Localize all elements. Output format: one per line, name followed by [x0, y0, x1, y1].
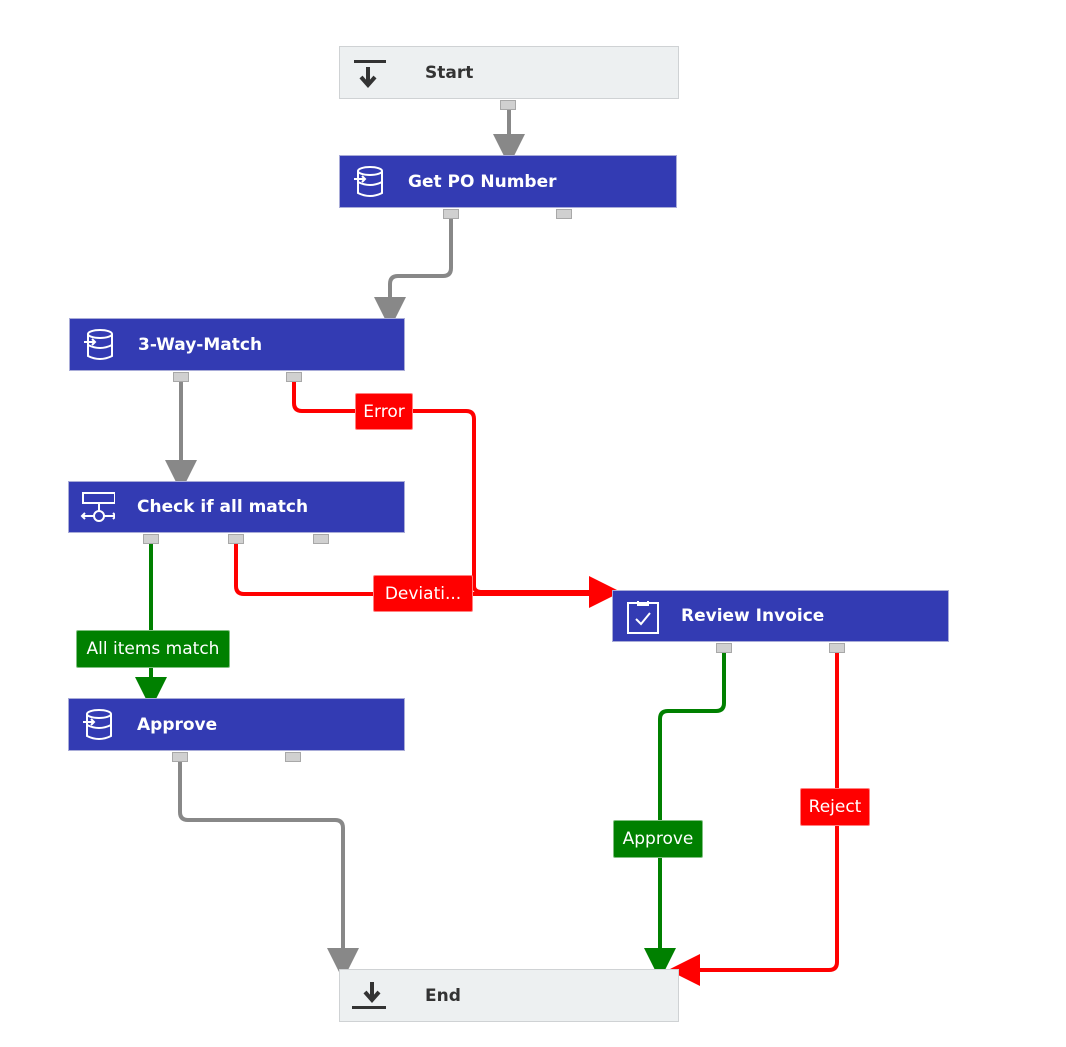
database-icon	[354, 166, 383, 197]
node-label: Review Invoice	[681, 606, 825, 626]
node-label: 3-Way-Match	[138, 334, 263, 355]
port[interactable]	[313, 534, 329, 544]
decision-icon	[80, 492, 115, 522]
database-icon	[84, 329, 113, 360]
node-check-if-all-match[interactable]: Check if all match	[68, 481, 405, 533]
node-3-way-match[interactable]: 3-Way-Match	[69, 318, 405, 371]
start-arrow-icon	[354, 60, 386, 89]
end-arrow-icon	[352, 982, 386, 1009]
node-end[interactable]: End	[339, 969, 679, 1022]
edge-approve-end	[178, 762, 359, 980]
node-get-po-number[interactable]: Get PO Number	[339, 155, 677, 208]
port[interactable]	[443, 209, 459, 219]
node-review-invoice[interactable]: Review Invoice	[612, 590, 949, 642]
node-approve[interactable]: Approve	[68, 698, 405, 751]
port[interactable]	[173, 372, 189, 382]
node-label: Approve	[137, 714, 218, 735]
edge-label-error[interactable]: Error	[355, 393, 413, 430]
node-label: Get PO Number	[408, 171, 557, 192]
port[interactable]	[286, 372, 302, 382]
edge-review-approve	[644, 653, 726, 980]
port[interactable]	[556, 209, 572, 219]
node-label: End	[425, 985, 461, 1006]
task-check-icon	[627, 601, 659, 634]
port[interactable]	[829, 643, 845, 653]
node-start[interactable]: Start	[339, 46, 679, 99]
port[interactable]	[228, 534, 244, 544]
port[interactable]	[716, 643, 732, 653]
port[interactable]	[172, 752, 188, 762]
edge-label-approve[interactable]: Approve	[613, 820, 703, 858]
node-label: Check if all match	[137, 497, 309, 517]
port[interactable]	[285, 752, 301, 762]
database-icon	[83, 709, 112, 740]
edge-getpo-3way	[374, 219, 453, 329]
port[interactable]	[500, 100, 516, 110]
node-label: Start	[425, 62, 474, 83]
edge-label-reject[interactable]: Reject	[800, 788, 870, 826]
edge-label-all-items-match[interactable]: All items match	[76, 630, 230, 668]
edge-label-deviation[interactable]: Deviati...	[373, 575, 473, 612]
port[interactable]	[143, 534, 159, 544]
